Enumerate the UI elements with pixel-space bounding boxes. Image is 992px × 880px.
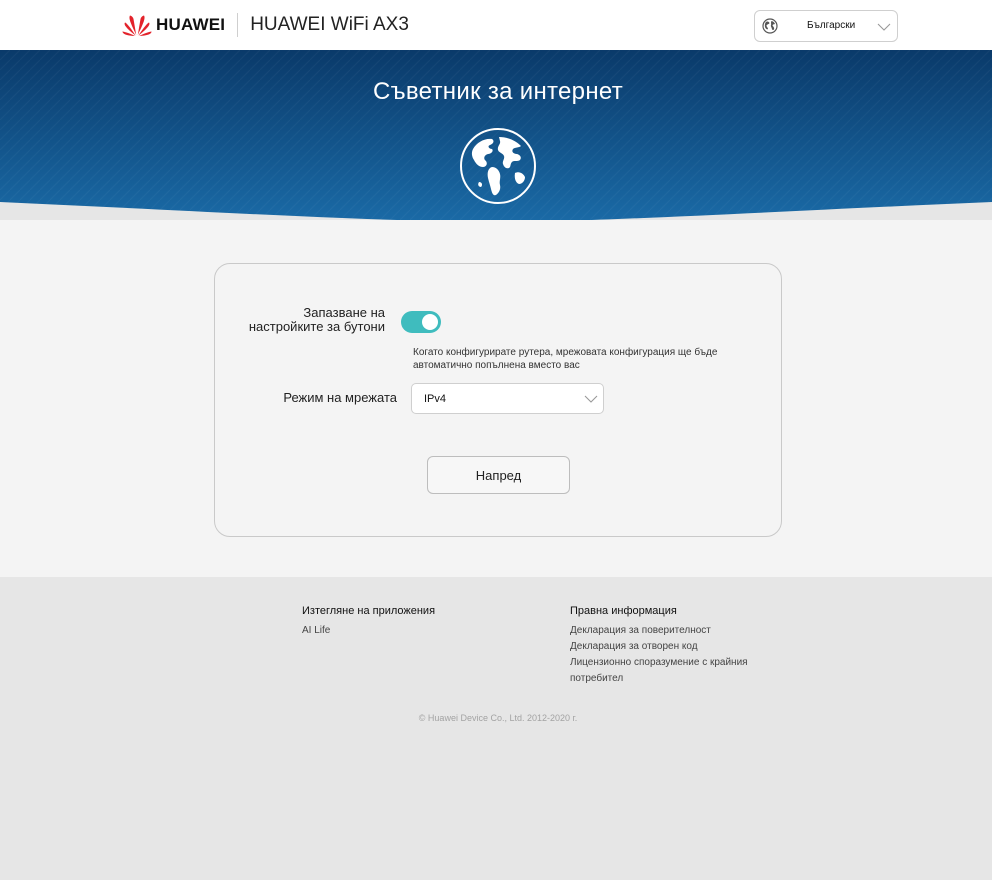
- footer-link-open-source[interactable]: Декларация за отворен код: [570, 639, 790, 655]
- top-header: HUAWEI HUAWEI WiFi AX3 Български: [0, 0, 992, 50]
- footer-apps-heading: Изтегляне на приложения: [302, 605, 436, 617]
- brand-name: HUAWEI: [156, 15, 226, 34]
- footer: Изтегляне на приложения AI Life Правна и…: [0, 577, 992, 880]
- network-mode-label: Режим на мрежата: [283, 390, 397, 405]
- language-select[interactable]: Български: [754, 10, 898, 42]
- save-button-settings-toggle[interactable]: [401, 311, 441, 333]
- brand: HUAWEI HUAWEI WiFi AX3: [122, 11, 409, 39]
- globe-icon: [762, 18, 778, 34]
- toggle-label: Запазване на настройките за бутони: [248, 305, 385, 334]
- language-value: Български: [807, 20, 856, 31]
- settings-card: Запазване на настройките за бутони Когат…: [214, 263, 782, 537]
- footer-link-eula[interactable]: Лицензионно споразумение с крайния потре…: [570, 655, 790, 687]
- copyright: © Huawei Device Co., Ltd. 2012-2020 г.: [418, 713, 578, 723]
- footer-legal-column: Правна информация Декларация за поверите…: [570, 605, 790, 687]
- chevron-down-icon: [877, 23, 891, 31]
- toggle-hint: Когато конфигурирате рутера, мрежовата к…: [413, 347, 718, 371]
- globe-icon: [460, 128, 536, 204]
- chevron-down-icon: [584, 395, 598, 403]
- page: HUAWEI HUAWEI WiFi AX3 Български Съветни…: [0, 0, 992, 880]
- footer-legal-heading: Правна информация: [570, 605, 677, 617]
- network-mode-select[interactable]: IPv4: [411, 383, 604, 414]
- footer-link-privacy[interactable]: Декларация за поверителност: [570, 623, 790, 639]
- next-button[interactable]: Напред: [427, 456, 570, 494]
- footer-apps-column: Изтегляне на приложения AI Life: [302, 605, 435, 639]
- product-name: HUAWEI WiFi AX3: [250, 14, 409, 35]
- footer-link-ai-life[interactable]: AI Life: [302, 623, 435, 639]
- toggle-knob: [422, 314, 438, 330]
- brand-divider: [237, 13, 239, 37]
- network-mode-value: IPv4: [424, 393, 447, 405]
- main-content: Запазване на настройките за бутони Когат…: [0, 220, 992, 577]
- banner: Съветник за интернет: [0, 50, 992, 225]
- huawei-logo-icon: [122, 15, 152, 36]
- page-title: Съветник за интернет: [372, 78, 624, 105]
